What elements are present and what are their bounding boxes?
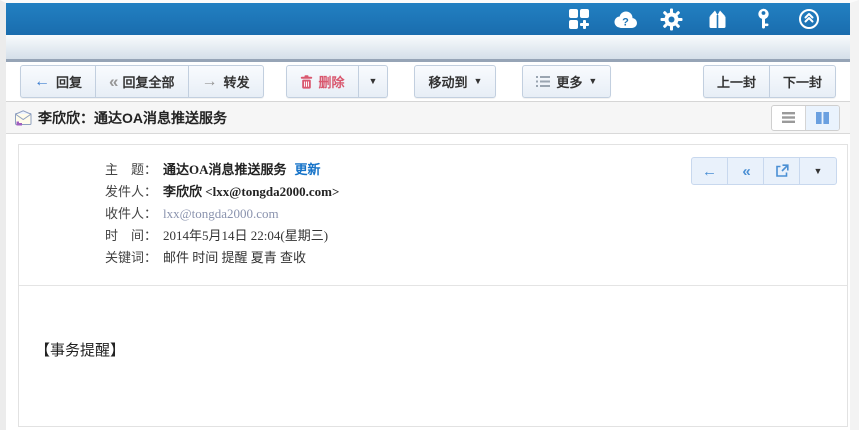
reply-all-action-button[interactable]: « <box>728 158 764 184</box>
mail-subject-bar: 李欣欣：通达OA消息推送服务 <box>6 102 850 134</box>
apps-icon[interactable] <box>556 8 602 31</box>
mail-subject-title: 李欣欣：通达OA消息推送服务 <box>38 108 227 128</box>
delete-label: 删除 <box>319 72 345 91</box>
detail-row-to: 收件人： lxx@tongda2000.com <box>19 203 837 225</box>
detail-row-keywords: 关键词： 邮件 时间 提醒 夏青 查收 <box>19 247 837 269</box>
app-window: ? <box>0 0 859 430</box>
reply-all-arrow-icon: « <box>742 164 748 179</box>
time-label: 时 间： <box>105 225 163 247</box>
reply-action-button[interactable]: ← <box>692 158 728 184</box>
mail-detail-panel: 主 题： 通达OA消息推送服务 更新 发件人： 李欣欣 <lxx@tongda2… <box>18 144 848 427</box>
reply-button[interactable]: ← 回复 <box>21 66 96 97</box>
secondary-bar <box>6 35 850 62</box>
top-app-bar: ? <box>6 3 850 35</box>
key-icon[interactable] <box>740 8 786 30</box>
svg-text:?: ? <box>622 16 629 28</box>
envelope-replied-icon <box>14 110 34 126</box>
more-group: 更多 ▼ <box>522 65 611 98</box>
list-view-button[interactable] <box>772 106 806 130</box>
trash-icon <box>300 75 313 89</box>
subject-label: 主 题： <box>105 159 163 181</box>
move-to-button[interactable]: 移动到 ▼ <box>415 66 495 97</box>
delete-dropdown-button[interactable]: ▼ <box>359 66 388 97</box>
next-mail-button[interactable]: 下一封 <box>770 66 835 97</box>
from-label: 发件人： <box>105 181 163 203</box>
more-actions-button[interactable]: ▼ <box>800 158 836 184</box>
previous-mail-button[interactable]: 上一封 <box>704 66 770 97</box>
column-view-button[interactable] <box>806 106 839 130</box>
delete-button[interactable]: 删除 <box>287 66 359 97</box>
forward-label: 转发 <box>224 72 250 91</box>
column-view-icon <box>816 112 829 124</box>
reply-all-button[interactable]: « 回复全部 <box>96 66 188 97</box>
reply-label: 回复 <box>56 72 82 91</box>
keywords-label: 关键词： <box>105 247 163 269</box>
detail-row-time: 时 间： 2014年5月14日 22:04(星期三) <box>19 225 837 247</box>
open-new-window-button[interactable] <box>764 158 800 184</box>
update-link[interactable]: 更新 <box>295 159 321 181</box>
caret-down-icon: ▼ <box>369 77 378 86</box>
delete-button-group: 删除 ▼ <box>286 65 389 98</box>
collapse-icon[interactable] <box>786 8 832 30</box>
previous-mail-label: 上一封 <box>717 72 756 91</box>
move-to-group: 移动到 ▼ <box>414 65 496 98</box>
gift-icon[interactable] <box>694 9 740 30</box>
external-link-icon <box>775 164 789 178</box>
reply-arrow-icon: ← <box>702 164 717 179</box>
keywords-value: 邮件 时间 提醒 夏青 查收 <box>163 247 306 269</box>
reply-all-label: 回复全部 <box>122 72 174 91</box>
mail-detail-header: 主 题： 通达OA消息推送服务 更新 发件人： 李欣欣 <lxx@tongda2… <box>19 145 847 279</box>
settings-icon[interactable] <box>648 8 694 31</box>
caret-down-icon: ▼ <box>814 167 823 176</box>
prev-next-group: 上一封 下一封 <box>703 65 836 98</box>
from-value: 李欣欣 <lxx@tongda2000.com> <box>163 181 339 203</box>
caret-down-icon: ▼ <box>473 77 482 86</box>
mail-action-group: ← « ▼ <box>691 157 837 185</box>
caret-down-icon: ▼ <box>588 77 597 86</box>
list-view-icon <box>782 112 795 123</box>
body-line <box>35 404 831 425</box>
view-toggle-group <box>771 105 840 131</box>
reply-all-arrow-icon: « <box>109 73 116 90</box>
forward-arrow-icon: → <box>202 74 218 90</box>
cloud-help-icon[interactable]: ? <box>602 10 648 29</box>
next-mail-label: 下一封 <box>783 72 822 91</box>
forward-button[interactable]: → 转发 <box>189 66 263 97</box>
time-value: 2014年5月14日 22:04(星期三) <box>163 225 328 247</box>
subject-value: 通达OA消息推送服务 <box>163 159 287 181</box>
body-line: 【事务提醒】 <box>35 341 831 362</box>
list-icon <box>536 76 550 87</box>
more-button[interactable]: 更多 ▼ <box>523 66 610 97</box>
mail-body: 【事务提醒】 [电子邮件] 提醒内容：请查收我的邮件！ 主题：通用OA产品部/测… <box>19 286 847 427</box>
to-label: 收件人： <box>105 203 163 225</box>
reply-arrow-icon: ← <box>34 74 50 90</box>
move-to-label: 移动到 <box>428 72 467 91</box>
reply-button-group: ← 回复 « 回复全部 → 转发 <box>20 65 264 98</box>
to-value[interactable]: lxx@tongda2000.com <box>163 203 279 225</box>
more-label: 更多 <box>556 72 582 91</box>
mail-toolbar: ← 回复 « 回复全部 → 转发 <box>6 62 850 102</box>
